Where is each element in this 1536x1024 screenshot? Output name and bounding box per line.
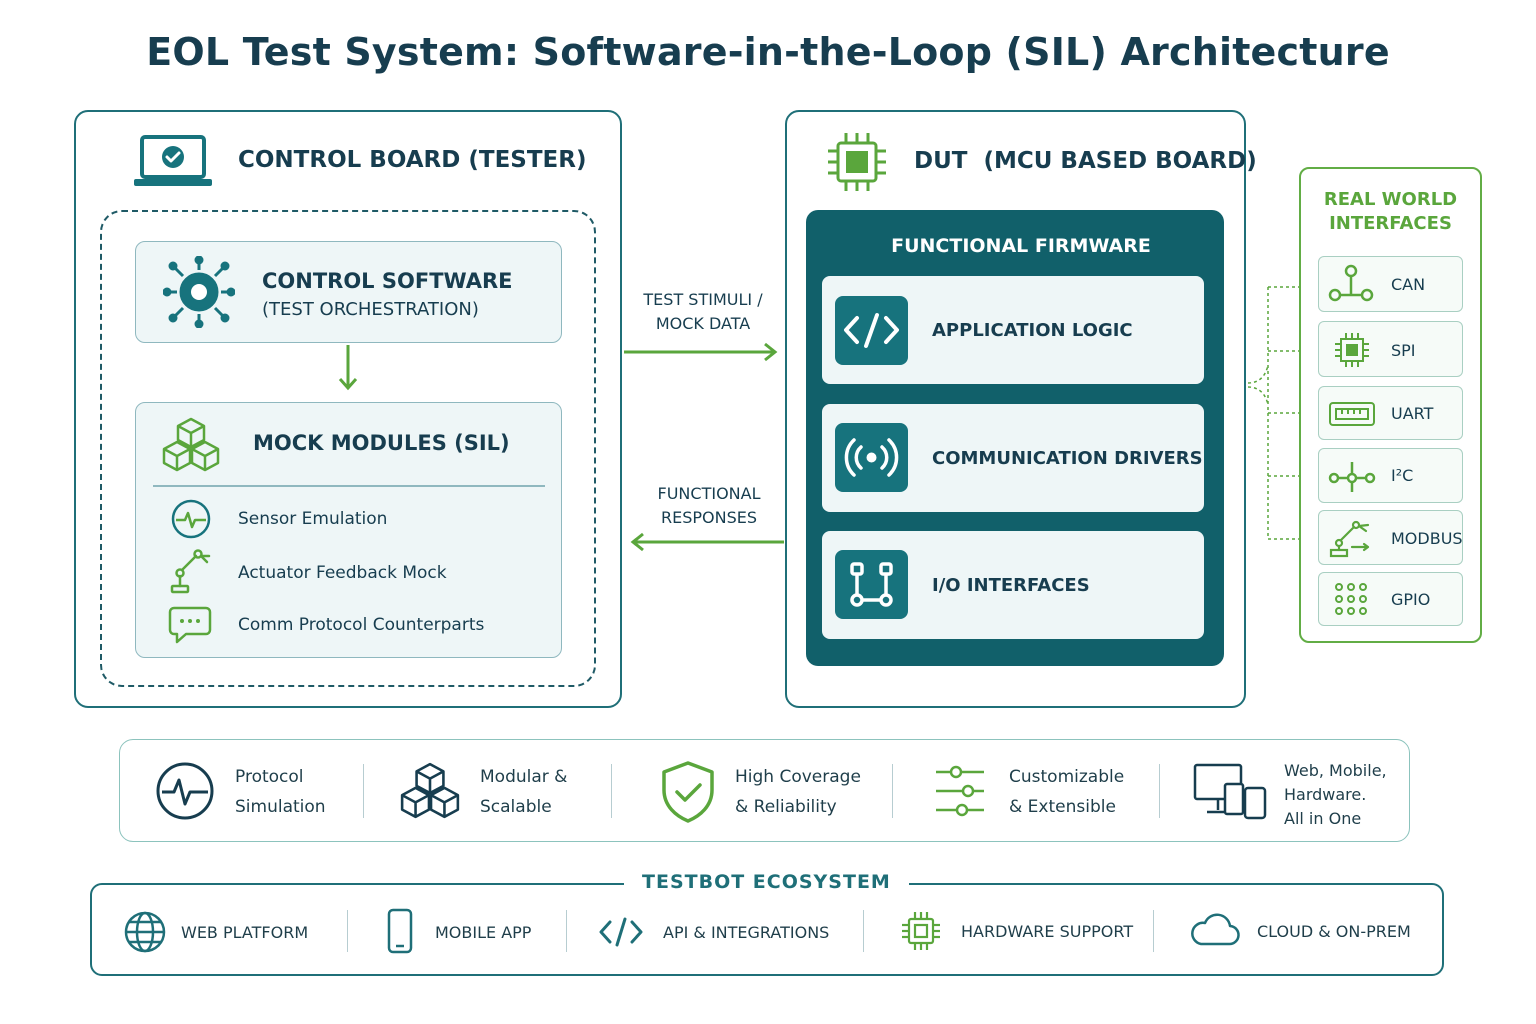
control-software-subtitle: (TEST ORCHESTRATION) bbox=[262, 299, 479, 320]
divider bbox=[611, 764, 612, 818]
feature-label: Customizable & Extensible bbox=[1009, 767, 1125, 817]
sliders-icon bbox=[936, 765, 984, 817]
feature-label: Modular & Scalable bbox=[480, 767, 568, 817]
mock-item: Actuator Feedback Mock bbox=[238, 563, 447, 583]
cloud-icon bbox=[1191, 913, 1240, 946]
interface-label: I²C bbox=[1391, 466, 1414, 485]
cubes-icon bbox=[400, 762, 460, 819]
chip-icon bbox=[1335, 333, 1369, 367]
divider bbox=[566, 910, 567, 952]
page-title: EOL Test System: Software-in-the-Loop (S… bbox=[146, 30, 1390, 74]
robot-arm-icon bbox=[170, 549, 211, 594]
interface-label: MODBUS bbox=[1391, 529, 1463, 548]
dut-title: DUT (MCU BASED BOARD) bbox=[914, 148, 1257, 174]
globe-icon bbox=[124, 911, 166, 953]
interface-label: CAN bbox=[1391, 275, 1426, 294]
real-world-title: REAL WORLD INTERFACES bbox=[1323, 189, 1458, 234]
ecosystem-item-label: WEB PLATFORM bbox=[181, 923, 309, 942]
ecosystem-title: TESTBOT ECOSYSTEM bbox=[624, 871, 909, 893]
interface-label: SPI bbox=[1391, 341, 1416, 360]
network-node-icon bbox=[1328, 264, 1374, 302]
forward-arrow-label: TEST STIMULI / MOCK DATA bbox=[643, 290, 763, 333]
connector-icon bbox=[1329, 402, 1375, 426]
chat-bubble-icon bbox=[168, 606, 212, 644]
firmware-layer-label: COMMUNICATION DRIVERS bbox=[932, 448, 1203, 469]
wireless-icon bbox=[835, 423, 908, 492]
devices-icon bbox=[1193, 763, 1267, 820]
feature-label: Web, Mobile, Hardware. All in One bbox=[1284, 761, 1387, 828]
mock-modules-title: MOCK MODULES (SIL) bbox=[253, 431, 510, 455]
firmware-title: FUNCTIONAL FIRMWARE bbox=[891, 235, 1151, 257]
mobile-phone-icon bbox=[387, 908, 413, 954]
divider bbox=[347, 910, 348, 952]
forward-arrow bbox=[624, 342, 778, 362]
feature-label: High Coverage & Reliability bbox=[735, 767, 861, 817]
shield-check-icon bbox=[662, 761, 714, 823]
ecosystem-item-label: MOBILE APP bbox=[435, 923, 532, 942]
interface-label: UART bbox=[1391, 404, 1434, 423]
gear-network-icon bbox=[163, 256, 235, 328]
firmware-layer-label: I/O INTERFACES bbox=[932, 575, 1090, 596]
laptop-icon bbox=[134, 135, 212, 186]
code-icon bbox=[835, 296, 908, 365]
control-board-title: CONTROL BOARD (TESTER) bbox=[238, 147, 587, 173]
ecosystem-item-label: HARDWARE SUPPORT bbox=[961, 922, 1134, 941]
divider bbox=[892, 764, 893, 818]
backward-arrow bbox=[630, 532, 784, 552]
divider bbox=[1153, 910, 1154, 952]
bus-node-icon bbox=[1328, 462, 1376, 492]
mock-item: Sensor Emulation bbox=[238, 509, 388, 529]
control-software-title: CONTROL SOFTWARE bbox=[262, 269, 513, 293]
backward-arrow-label: FUNCTIONAL RESPONSES bbox=[657, 484, 761, 527]
pin-grid-icon bbox=[1335, 583, 1367, 615]
feature-label: Protocol Simulation bbox=[235, 767, 326, 817]
down-arrow bbox=[338, 345, 358, 391]
divider bbox=[863, 910, 864, 952]
io-nodes-icon bbox=[835, 550, 908, 619]
pulse-icon bbox=[156, 762, 214, 820]
interface-label: GPIO bbox=[1391, 590, 1431, 609]
firmware-layer-label: APPLICATION LOGIC bbox=[932, 320, 1133, 341]
chip-icon bbox=[902, 912, 940, 950]
chip-icon bbox=[828, 133, 886, 191]
robot-arm-icon bbox=[1329, 520, 1370, 558]
cubes-icon bbox=[162, 417, 220, 472]
divider bbox=[363, 764, 364, 818]
ecosystem-item-label: CLOUD & ON-PREM bbox=[1257, 922, 1411, 941]
ecosystem-item-label: API & INTEGRATIONS bbox=[663, 923, 830, 942]
pulse-icon bbox=[171, 499, 211, 539]
mock-divider bbox=[153, 485, 545, 487]
mock-item: Comm Protocol Counterparts bbox=[238, 615, 485, 635]
divider bbox=[1159, 764, 1160, 818]
code-icon bbox=[599, 917, 643, 947]
